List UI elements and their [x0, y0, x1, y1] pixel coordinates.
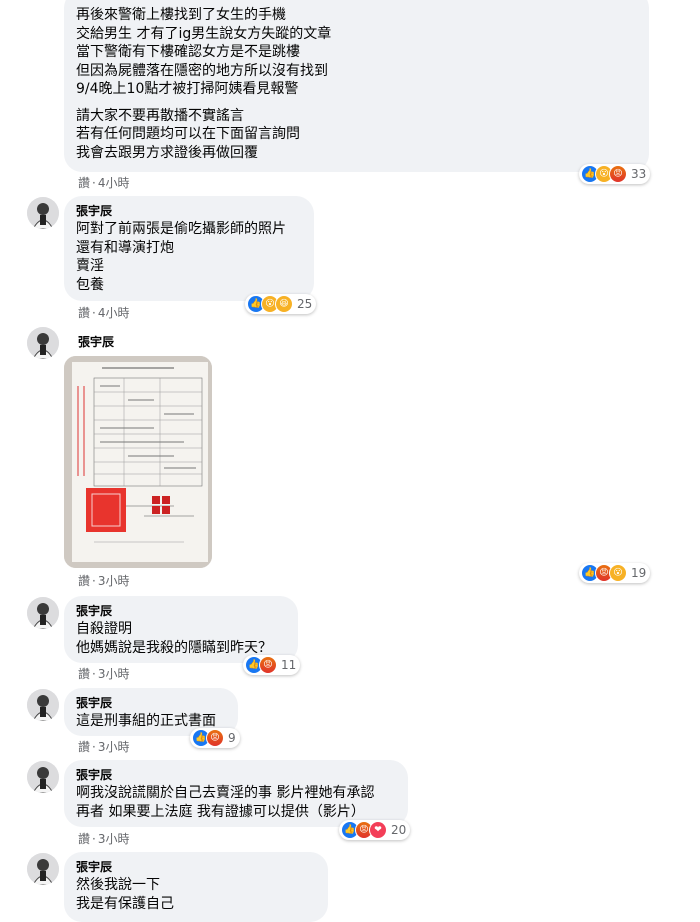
- comment-meta: 讚 · 3小時: [78, 832, 130, 846]
- comment-text-line: 我是有保護自己: [76, 895, 174, 912]
- reaction-summary[interactable]: 👍 😡 11: [243, 655, 301, 675]
- reaction-summary[interactable]: 👍 😮 😆 25: [245, 294, 317, 314]
- heart-icon: ❤: [369, 821, 387, 839]
- comment-bubble: 張宇辰 阿對了前兩張是偷吃攝影師的照片 還有和導演打炮 賣淫 包養: [64, 196, 314, 301]
- comment-author[interactable]: 張宇辰: [76, 603, 286, 619]
- comment-text-line: 包養: [76, 276, 104, 293]
- timestamp[interactable]: 3小時: [98, 832, 130, 846]
- reaction-count: 9: [228, 731, 236, 745]
- avatar[interactable]: [27, 327, 59, 359]
- avatar[interactable]: [27, 689, 59, 721]
- comment-meta: 讚 · 3小時: [78, 667, 130, 681]
- comment-bubble: 張宇辰 啊我沒說謊關於自己去賣淫的事 影片裡她有承認 再者 如果要上法庭 我有證…: [64, 760, 408, 827]
- like-link[interactable]: 讚: [78, 306, 90, 320]
- comment-meta: 讚 · 4小時: [78, 176, 130, 190]
- avatar[interactable]: [27, 853, 59, 885]
- like-link[interactable]: 讚: [78, 832, 90, 846]
- comment-text-line: 自殺證明: [76, 621, 132, 637]
- reaction-count: 25: [297, 297, 313, 311]
- comment-text-line: 還有和導演打炮: [76, 239, 174, 256]
- comment-text-line: 賣淫: [76, 258, 104, 274]
- comment-text-line: 交給男生 才有了ig男生說女方失蹤的文章: [76, 25, 332, 42]
- comment-author[interactable]: 張宇辰: [76, 203, 302, 219]
- angry-icon: 😡: [206, 729, 224, 747]
- timestamp[interactable]: 4小時: [98, 306, 130, 320]
- reaction-count: 11: [281, 658, 297, 672]
- comment-bubble: 再後來警衛上樓找到了女生的手機 交給男生 才有了ig男生說女方失蹤的文章 當下警…: [64, 0, 649, 172]
- wow-icon: 😮: [609, 564, 627, 582]
- angry-icon: 😡: [609, 165, 627, 183]
- timestamp[interactable]: 4小時: [98, 176, 130, 190]
- haha-icon: 😆: [275, 295, 293, 313]
- comment-author[interactable]: 張宇辰: [76, 859, 316, 875]
- like-link[interactable]: 讚: [78, 176, 90, 190]
- comment-text-line: 若有任何問題均可以在下面留言詢問: [76, 126, 300, 142]
- reaction-count: 19: [631, 566, 647, 580]
- timestamp[interactable]: 3小時: [98, 574, 130, 588]
- comment-author[interactable]: 張宇辰: [76, 767, 396, 783]
- reaction-summary[interactable]: 👍 😡 ❤ 20: [339, 820, 411, 840]
- timestamp[interactable]: 3小時: [98, 740, 130, 754]
- comment-text-line: 阿對了前兩張是偷吃攝影師的照片: [76, 221, 286, 237]
- comment-text-line: 我會去跟男方求證後再做回覆: [76, 144, 258, 161]
- comment-author[interactable]: 張宇辰: [76, 695, 226, 711]
- avatar[interactable]: [27, 597, 59, 629]
- comment-text-line: 再後來警衛上樓找到了女生的手機: [76, 7, 286, 23]
- comment-text-line: 但因為屍體落在隱密的地方所以沒有找到: [76, 62, 328, 79]
- comment-meta: 讚 · 4小時: [78, 306, 130, 320]
- comment-bubble: 張宇辰 自殺證明 他媽媽說是我殺的隱瞞到昨天？: [64, 596, 298, 663]
- comment-text-line: 9/4晚上10點才被打掃阿姨看見報警: [76, 81, 299, 97]
- reaction-summary[interactable]: 👍 😮 😡 33: [579, 164, 651, 184]
- reaction-summary[interactable]: 👍 😡 9: [190, 728, 240, 748]
- comment-text-line: 再者 如果要上法庭 我有證據可以提供（影片）: [76, 803, 365, 820]
- angry-icon: 😡: [259, 656, 277, 674]
- comment-bubble: 張宇辰 然後我說一下 我是有保護自己: [64, 852, 328, 922]
- comment-meta: 讚 · 3小時: [78, 574, 130, 588]
- like-link[interactable]: 讚: [78, 740, 90, 754]
- comment-text-line: 啊我沒說謊關於自己去賣淫的事 影片裡她有承認: [76, 785, 375, 801]
- reaction-count: 20: [391, 823, 407, 837]
- reaction-count: 33: [631, 167, 647, 181]
- comment-text-line: 請大家不要再散播不實謠言: [76, 107, 244, 124]
- avatar[interactable]: [27, 761, 59, 793]
- like-link[interactable]: 讚: [78, 667, 90, 681]
- comment-text-line: 然後我說一下: [76, 877, 160, 893]
- comment-text-line: 當下警衛有下樓確認女方是不是跳樓: [76, 44, 300, 60]
- timestamp[interactable]: 3小時: [98, 667, 130, 681]
- reaction-summary[interactable]: 👍 😡 😮 19: [579, 563, 651, 583]
- attached-document-photo[interactable]: [64, 356, 212, 568]
- avatar[interactable]: [27, 197, 59, 229]
- comment-meta: 讚 · 3小時: [78, 740, 130, 754]
- like-link[interactable]: 讚: [78, 574, 90, 588]
- comment-author[interactable]: 張宇辰: [78, 334, 114, 350]
